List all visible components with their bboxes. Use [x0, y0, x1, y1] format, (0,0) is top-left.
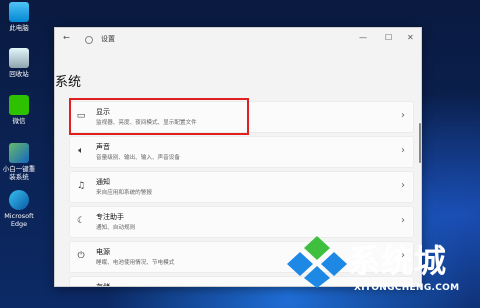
- chevron-right-icon: ›: [401, 180, 405, 191]
- desktop-icon-label: Microsoft Edge: [4, 212, 34, 228]
- wechat-icon: [9, 95, 29, 115]
- recycle-bin-icon: [9, 48, 29, 68]
- watermark-text: 系统城: [348, 242, 448, 280]
- settings-item-subtitle: 睡眠、电池使用情况、节电模式: [96, 260, 175, 266]
- watermark-url: XITONGCHENG.COM: [354, 283, 460, 293]
- back-button[interactable]: ←: [63, 33, 70, 42]
- settings-item-title: 存储: [96, 283, 110, 287]
- desktop-icon-label: 回收站: [9, 70, 29, 78]
- settings-item-title: 声音: [96, 143, 110, 151]
- desktop-icon-recycle-bin[interactable]: 回收站: [2, 48, 36, 78]
- storage-icon: ▤: [76, 286, 86, 287]
- speaker-icon: 🔈︎: [78, 146, 84, 156]
- settings-item-subtitle: 通知、自动规则: [96, 225, 136, 231]
- desktop-icon-wechat[interactable]: 微信: [2, 95, 36, 125]
- settings-item-title: 通知: [96, 178, 110, 186]
- close-button[interactable]: ✕: [407, 33, 414, 42]
- settings-item-sound[interactable]: 🔈︎ 声音 音量级别、输出、输入、声音设备 ›: [69, 136, 414, 168]
- moon-icon: ☾: [76, 216, 86, 226]
- settings-item-subtitle: 音量级别、输出、输入、声音设备: [96, 155, 180, 161]
- settings-item-notifications[interactable]: ♫ 通知 来自应用和系统的警报 ›: [69, 171, 414, 203]
- computer-icon: [9, 2, 29, 22]
- highlight-box: [69, 98, 249, 135]
- chevron-right-icon: ›: [401, 145, 405, 156]
- minimize-button[interactable]: —: [359, 33, 367, 42]
- settings-item-title: 电源: [96, 248, 110, 256]
- window-title: 设置: [101, 35, 115, 43]
- desktop-icon-this-pc[interactable]: 此电脑: [2, 2, 36, 32]
- maximize-button[interactable]: ☐: [385, 33, 392, 42]
- desktop-icon-edge[interactable]: Microsoft Edge: [2, 190, 36, 228]
- xiaobai-icon: [9, 143, 29, 163]
- bell-icon: ♫: [76, 181, 86, 191]
- scrollbar[interactable]: [419, 123, 421, 163]
- desktop-icon-label: 此电脑: [9, 24, 29, 32]
- edge-icon: [9, 190, 29, 210]
- desktop-icon-label: 小白一键重装系统: [2, 165, 36, 181]
- settings-app-icon: [85, 36, 93, 44]
- settings-item-title: 专注助手: [96, 213, 124, 221]
- title-bar: ← 设置 — ☐ ✕: [55, 28, 421, 50]
- page-title: 系统: [55, 75, 82, 90]
- settings-item-subtitle: 来自应用和系统的警报: [96, 190, 152, 196]
- chevron-right-icon: ›: [401, 215, 405, 226]
- power-icon: ⏻: [77, 251, 85, 261]
- settings-item-focus-assist[interactable]: ☾ 专注助手 通知、自动规则 ›: [69, 206, 414, 238]
- chevron-right-icon: ›: [401, 110, 405, 121]
- desktop-icon-xiaobai[interactable]: 小白一键重装系统: [2, 143, 36, 181]
- watermark-logo-icon: [287, 236, 347, 288]
- desktop-icon-label: 微信: [12, 117, 26, 125]
